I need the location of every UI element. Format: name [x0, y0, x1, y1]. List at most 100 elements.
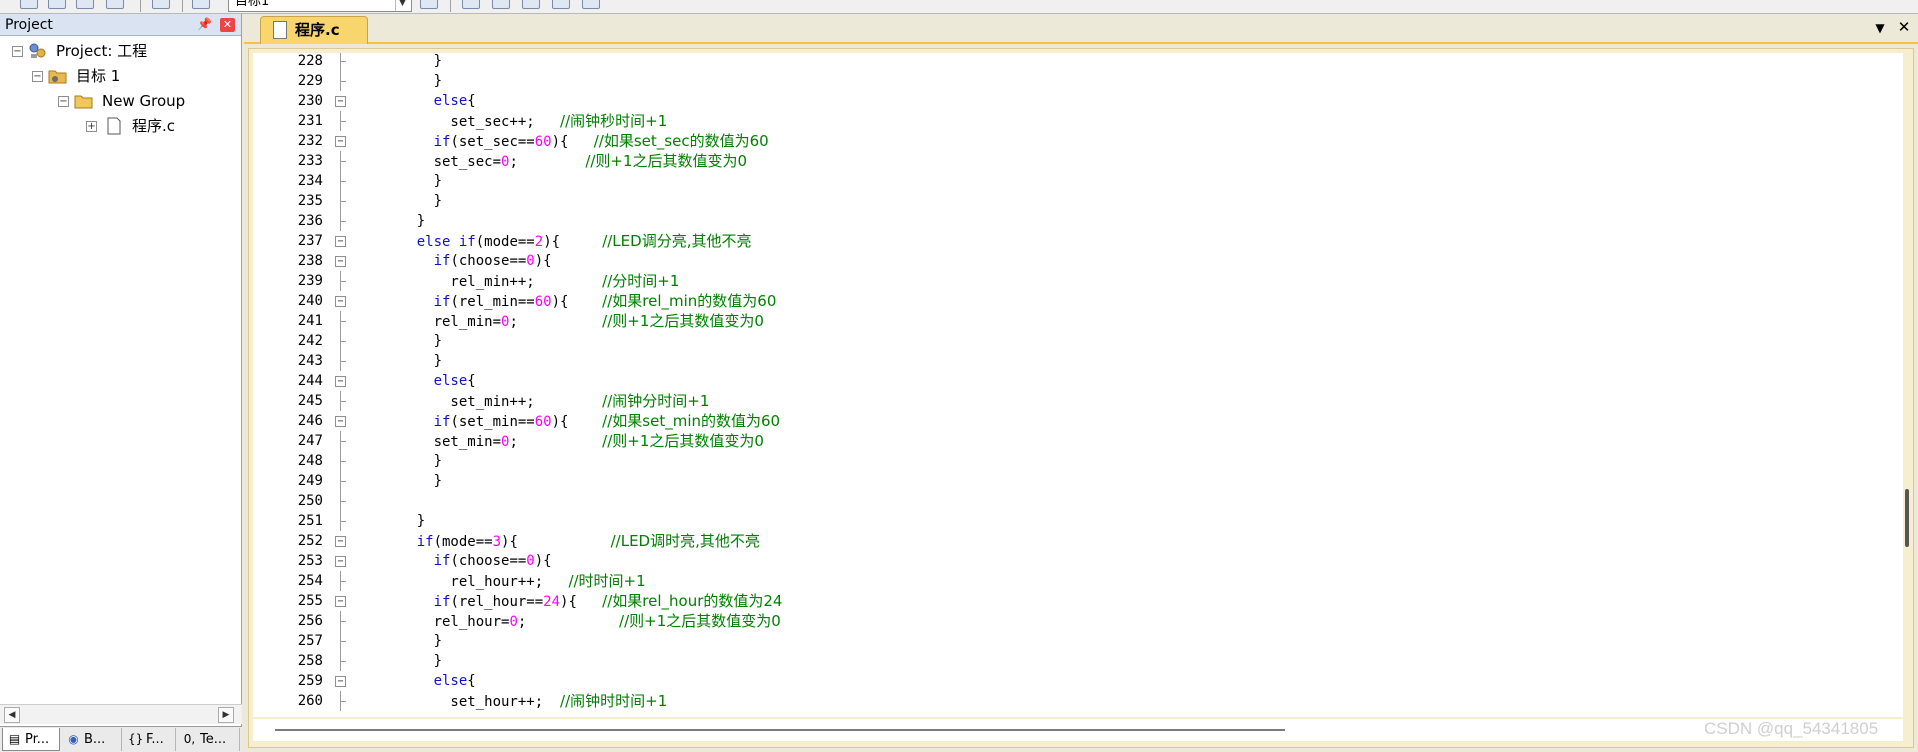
chevron-down-icon[interactable]: ▼	[395, 0, 409, 11]
code-line[interactable]: 249 }	[253, 471, 1903, 491]
code-line[interactable]: 251 }	[253, 511, 1903, 531]
toolbar-button-icon[interactable]	[522, 0, 540, 9]
code-line[interactable]: 235 }	[253, 191, 1903, 211]
fold-toggle-icon[interactable]: −	[335, 556, 346, 567]
code-token: set_hour++;	[383, 694, 561, 710]
code-line[interactable]: 257 }	[253, 631, 1903, 651]
toolbar-button-icon[interactable]	[552, 0, 570, 9]
code-line[interactable]: 259 − else{	[253, 671, 1903, 691]
code-line[interactable]: 238 − if(choose==0){	[253, 251, 1903, 271]
tab-list-dropdown-icon[interactable]: ▼	[1872, 20, 1888, 36]
target-select[interactable]: 目标1 ▼	[228, 0, 412, 12]
code-number: 0	[509, 614, 518, 630]
code-line[interactable]: 256 rel_hour=0; //则+1之后其数值变为0	[253, 611, 1903, 631]
code-line[interactable]: 228 }	[253, 53, 1903, 71]
code-line[interactable]: 229 }	[253, 71, 1903, 91]
code-line[interactable]: 247 set_min=0; //则+1之后其数值变为0	[253, 431, 1903, 451]
code-line[interactable]: 237 − else if(mode==2){ //LED调分亮,其他不亮	[253, 231, 1903, 251]
toolbar-button-icon[interactable]	[106, 0, 124, 9]
code-line[interactable]: 232 − if(set_sec==60){ //如果set_sec的数值为60	[253, 131, 1903, 151]
code-line[interactable]: 254 rel_hour++; //时时间+1	[253, 571, 1903, 591]
code-keyword: if	[433, 414, 451, 430]
pin-icon[interactable]: 📌	[197, 17, 212, 32]
code-line[interactable]: 240 − if(rel_min==60){ //如果rel_min的数值为60	[253, 291, 1903, 311]
close-icon[interactable]: ✕	[220, 18, 235, 32]
line-number: 231	[297, 113, 323, 129]
tree-item-target[interactable]: − 目标 1	[30, 66, 230, 86]
editor-horizontal-scrollbar[interactable]	[253, 719, 1903, 741]
toolbar-button-icon[interactable]	[582, 0, 600, 9]
fold-toggle-icon[interactable]: −	[335, 676, 346, 687]
expand-icon[interactable]: +	[86, 121, 97, 132]
collapse-icon[interactable]: −	[12, 46, 23, 57]
toolbar-button-icon[interactable]	[192, 0, 210, 9]
code-line[interactable]: 245 set_min++; //闹钟分时间+1	[253, 391, 1903, 411]
toolbar-button-icon[interactable]	[20, 0, 38, 9]
toolbar-button-icon[interactable]	[462, 0, 480, 9]
tab-project[interactable]: ▤ Pr...	[2, 728, 60, 751]
fold-toggle-icon[interactable]: −	[335, 96, 346, 107]
code-line[interactable]: 260 set_hour++; //闹钟时时间+1	[253, 691, 1903, 711]
fold-toggle-icon[interactable]: −	[335, 536, 346, 547]
code-line[interactable]: 253 − if(choose==0){	[253, 551, 1903, 571]
code-line[interactable]: 234 }	[253, 171, 1903, 191]
toolbar-button-icon[interactable]	[76, 0, 94, 9]
code-line[interactable]: 252 − if(mode==3){ //LED调时亮,其他不亮	[253, 531, 1903, 551]
fold-gutter-tick	[340, 361, 346, 362]
toolbar-button-icon[interactable]	[152, 0, 170, 9]
tree-item-file[interactable]: + 程序.c	[80, 116, 240, 136]
tab-books[interactable]: ◉ B...	[62, 728, 122, 751]
fold-toggle-icon[interactable]: −	[335, 236, 346, 247]
code-line[interactable]: 255 − if(rel_hour==24){ //如果rel_hour的数值为2…	[253, 591, 1903, 611]
close-tab-icon[interactable]: ✕	[1896, 19, 1912, 35]
tree-item-group[interactable]: − New Group	[56, 91, 236, 111]
tab-templates[interactable]: 0, Te...	[178, 728, 240, 751]
code-keyword: else if	[416, 234, 476, 250]
line-number: 232	[297, 133, 323, 149]
toolbar-button-icon[interactable]	[48, 0, 66, 9]
line-number: 260	[297, 693, 323, 709]
code-line[interactable]: 231 set_sec++; //闹钟秒时间+1	[253, 111, 1903, 131]
fold-toggle-icon[interactable]: −	[335, 376, 346, 387]
fold-gutter-tick	[340, 581, 346, 582]
fold-toggle-icon[interactable]: −	[335, 136, 346, 147]
code-keyword: if	[433, 253, 451, 269]
code-token: }	[383, 453, 443, 469]
code-line[interactable]: 248 }	[253, 451, 1903, 471]
code-keyword: if	[433, 294, 451, 310]
code-line[interactable]: 230 − else{	[253, 91, 1903, 111]
code-line[interactable]: 250	[253, 491, 1903, 511]
scroll-right-icon[interactable]: ▶	[218, 707, 234, 723]
code-line[interactable]: 242 }	[253, 331, 1903, 351]
file-tab-label: 程序.c	[295, 21, 340, 39]
project-horizontal-scrollbar[interactable]: ◀ ▶	[0, 704, 242, 724]
tab-functions[interactable]: {} F...	[124, 728, 176, 751]
code-line[interactable]: 244 − else{	[253, 371, 1903, 391]
code-line[interactable]: 233 set_sec=0; //则+1之后其数值变为0	[253, 151, 1903, 171]
toolbar-button-icon[interactable]	[492, 0, 510, 9]
code-line[interactable]: 258 }	[253, 651, 1903, 671]
tree-item-project[interactable]: − Project: 工程	[10, 41, 230, 61]
code-line[interactable]: 243 }	[253, 351, 1903, 371]
code-comment: //闹钟分时间+1	[602, 392, 710, 410]
fold-toggle-icon[interactable]: −	[335, 256, 346, 267]
collapse-icon[interactable]: −	[58, 96, 69, 107]
vertical-scrollbar-thumb[interactable]	[1905, 489, 1909, 547]
tab-file[interactable]: 程序.c	[260, 16, 368, 44]
fold-toggle-icon[interactable]: −	[335, 296, 346, 307]
code-line[interactable]: 236 }	[253, 211, 1903, 231]
toolbar-button-icon[interactable]	[420, 0, 438, 9]
code-editor[interactable]: 228 } 229 } 230− else{231 set_sec++; //闹钟秒…	[253, 53, 1903, 717]
toolbar-separator	[140, 0, 141, 12]
scroll-left-icon[interactable]: ◀	[4, 707, 20, 723]
code-line[interactable]: 246 − if(set_min==60){ //如果set_min的数值为60	[253, 411, 1903, 431]
fold-toggle-icon[interactable]: −	[335, 596, 346, 607]
collapse-icon[interactable]: −	[32, 71, 43, 82]
horizontal-scrollbar-thumb[interactable]	[275, 729, 1285, 731]
line-number: 257	[297, 633, 323, 649]
fold-toggle-icon[interactable]: −	[335, 416, 346, 427]
code-line[interactable]: 241 rel_min=0; //则+1之后其数值变为0	[253, 311, 1903, 331]
code-line[interactable]: 239 rel_min++; //分时间+1	[253, 271, 1903, 291]
